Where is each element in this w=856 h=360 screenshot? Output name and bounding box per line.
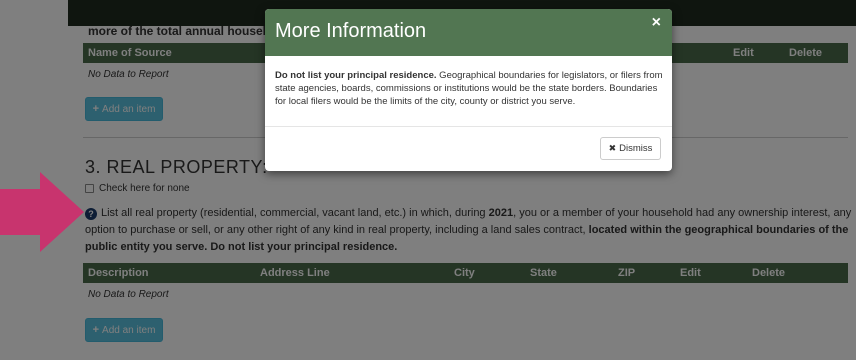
modal-title: More Information <box>275 20 427 42</box>
screen: more of the total annual household in Na… <box>0 0 856 360</box>
modal-header: More Information × <box>265 9 672 56</box>
modal-body: Do not list your principal residence. Ge… <box>275 69 665 108</box>
more-information-modal: More Information × Do not list your prin… <box>265 9 672 171</box>
dismiss-button[interactable]: ✖ Dismiss <box>600 137 661 160</box>
close-icon[interactable]: × <box>652 14 661 32</box>
modal-footer-divider <box>265 126 672 127</box>
close-icon: ✖ <box>608 143 617 153</box>
dismiss-label: Dismiss <box>619 143 653 154</box>
modal-body-emphasis: Do not list your principal residence. <box>275 70 437 81</box>
pointer-arrow-icon <box>0 172 84 252</box>
